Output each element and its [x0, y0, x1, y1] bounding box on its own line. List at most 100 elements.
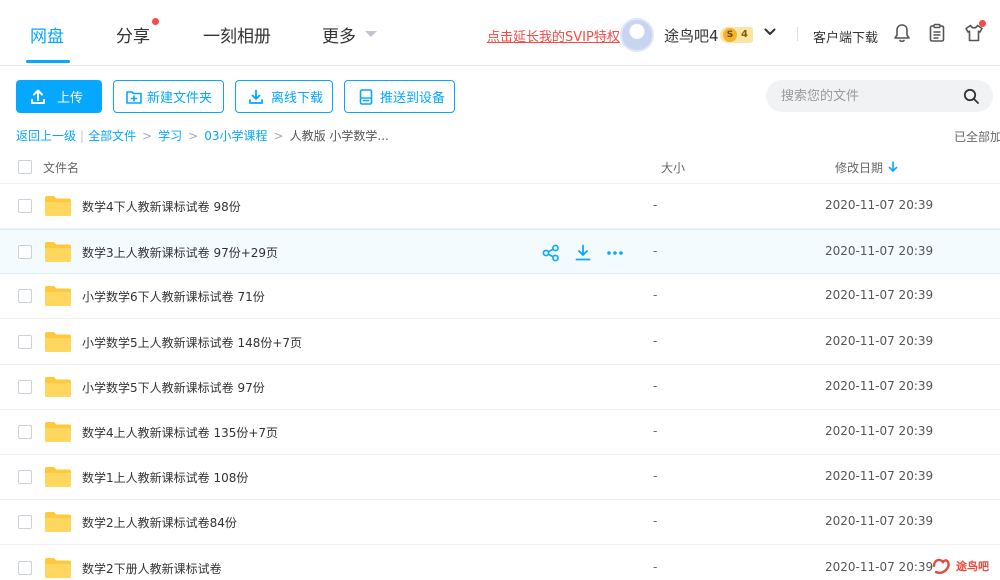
upload-button[interactable]: 上传	[16, 80, 102, 113]
breadcrumb-divider: |	[80, 129, 85, 143]
tab-share[interactable]: 分享	[116, 22, 150, 47]
file-name[interactable]: 数学4上人教新课标试卷 135份+7页	[82, 424, 278, 441]
table-row[interactable]: 小学数学6下人教新课标试卷 71份 - 2020-11-07 20:39	[0, 274, 1000, 320]
row-checkbox[interactable]	[18, 515, 32, 530]
search-input[interactable]	[766, 80, 993, 112]
file-size: -	[653, 559, 658, 574]
tab-netdisk[interactable]: 网盘	[30, 22, 64, 47]
file-table-header: 文件名 大小 修改日期	[0, 150, 1000, 184]
push-to-device-label: 推送到设备	[380, 91, 446, 106]
row-checkbox[interactable]	[18, 425, 32, 439]
search-icon[interactable]	[963, 88, 980, 105]
file-size: -	[653, 378, 658, 393]
new-folder-button[interactable]: 新建文件夹	[113, 80, 224, 113]
file-size: -	[653, 333, 658, 348]
select-all-checkbox[interactable]	[18, 160, 32, 174]
file-name[interactable]: 数学2下册人教新课标试卷	[82, 560, 222, 577]
offline-download-button[interactable]: 离线下载	[235, 80, 333, 113]
folder-icon	[45, 467, 71, 488]
file-modified-date: 2020-11-07 20:39	[825, 288, 934, 303]
breadcrumb-item-study[interactable]: 学习	[158, 127, 182, 144]
svip-extend-link[interactable]: 点击延长我的SVIP特权	[487, 26, 620, 45]
file-name[interactable]: 小学数学5下人教新课标试卷 97份	[82, 379, 265, 396]
user-avatar[interactable]	[620, 18, 654, 52]
file-name[interactable]: 小学数学6下人教新课标试卷 71份	[82, 288, 265, 305]
row-checkbox[interactable]	[18, 289, 32, 304]
column-header-modified[interactable]: 修改日期	[835, 159, 883, 176]
loaded-status: 已全部加载	[954, 130, 1000, 144]
file-name[interactable]: 数学3上人教新课标试卷 97份+29页	[82, 244, 278, 261]
active-tab-indicator	[26, 60, 70, 63]
table-row[interactable]: 数学2上人教新课标试卷84份 - 2020-11-07 20:39	[0, 500, 1000, 546]
table-row[interactable]: 小学数学5上人教新课标试卷 148份+7页 - 2020-11-07 20:39	[0, 320, 1000, 365]
bell-icon[interactable]	[891, 22, 913, 44]
clipboard-icon[interactable]	[926, 22, 948, 44]
top-navigation-bar: 网盘 分享 一刻相册 更多 点击延长我的SVIP特权 途鸟吧4 S 4 客户端下…	[0, 0, 1000, 66]
file-modified-date: 2020-11-07 20:39	[825, 244, 934, 259]
column-header-name[interactable]: 文件名	[43, 159, 79, 176]
row-checkbox[interactable]	[18, 470, 32, 485]
row-checkbox[interactable]	[18, 199, 32, 213]
share-icon[interactable]	[541, 243, 561, 263]
file-name[interactable]: 数学4下人教新课标试卷 98份	[82, 198, 241, 215]
more-options-icon[interactable]	[605, 243, 625, 263]
site-watermark-logo: 途鸟吧	[932, 558, 989, 574]
table-row[interactable]: 数学2下册人教新课标试卷 - 2020-11-07 20:39	[0, 546, 1000, 580]
breadcrumb-item-primary-course[interactable]: 03小学课程	[204, 127, 267, 144]
download-icon	[249, 89, 263, 104]
username[interactable]: 途鸟吧4	[664, 25, 719, 46]
more-caret-icon	[365, 31, 377, 37]
table-row[interactable]: 数学4下人教新课标试卷 98份 - 2020-11-07 20:39	[0, 184, 1000, 229]
skin-notification-dot	[979, 20, 986, 27]
breadcrumb-separator: >	[188, 129, 199, 143]
row-checkbox[interactable]	[18, 245, 32, 260]
watermark-text: 途鸟吧	[956, 559, 989, 573]
svip-level: 4	[741, 29, 748, 40]
breadcrumb: 返回上一级 | 全部文件 > 学习 >03小学课程 > 人教版 小学数学...	[16, 127, 389, 144]
new-folder-label: 新建文件夹	[147, 91, 213, 106]
file-name[interactable]: 小学数学5上人教新课标试卷 148份+7页	[82, 334, 302, 351]
file-size: -	[653, 469, 658, 484]
folder-icon	[45, 286, 71, 307]
file-size: -	[653, 424, 658, 438]
upload-icon	[31, 89, 45, 104]
column-header-size[interactable]: 大小	[661, 159, 685, 176]
file-modified-date: 2020-11-07 20:39	[825, 424, 934, 438]
folder-icon	[45, 196, 71, 216]
header-divider	[797, 27, 798, 41]
breadcrumb-item-all-files[interactable]: 全部文件	[88, 127, 136, 144]
device-icon	[359, 88, 373, 105]
file-modified-date: 2020-11-07 20:39	[825, 333, 934, 348]
row-checkbox[interactable]	[18, 334, 32, 349]
row-checkbox[interactable]	[18, 379, 32, 394]
file-size: -	[653, 244, 658, 259]
file-modified-date: 2020-11-07 20:39	[825, 198, 934, 212]
file-modified-date: 2020-11-07 20:39	[825, 559, 934, 574]
push-to-device-button[interactable]: 推送到设备	[344, 80, 455, 113]
download-icon[interactable]	[573, 243, 593, 263]
row-checkbox[interactable]	[18, 560, 32, 575]
file-size: -	[653, 514, 658, 529]
file-size: -	[653, 198, 658, 212]
table-row[interactable]: 数学1上人教新课标试卷 108份 - 2020-11-07 20:39	[0, 455, 1000, 501]
folder-icon	[45, 557, 71, 578]
folder-icon	[45, 242, 71, 263]
breadcrumb-separator: >	[273, 129, 284, 143]
breadcrumb-separator: >	[142, 129, 153, 143]
breadcrumb-back-link[interactable]: 返回上一级	[16, 127, 76, 144]
file-name[interactable]: 数学2上人教新课标试卷84份	[82, 514, 237, 531]
table-row[interactable]: 数学3上人教新课标试卷 97份+29页 - 2020-11-07 20:39	[0, 229, 1000, 275]
file-size: -	[653, 288, 658, 303]
tab-more[interactable]: 更多	[322, 22, 356, 47]
table-row[interactable]: 小学数学5下人教新课标试卷 97份 - 2020-11-07 20:39	[0, 365, 1000, 410]
table-row[interactable]: 数学4上人教新课标试卷 135份+7页 - 2020-11-07 20:39	[0, 410, 1000, 455]
file-name[interactable]: 数学1上人教新课标试卷 108份	[82, 469, 248, 486]
tab-moment-album[interactable]: 一刻相册	[203, 22, 271, 47]
sort-descending-icon[interactable]	[888, 161, 898, 173]
client-download-link[interactable]: 客户端下载	[813, 27, 878, 46]
folder-icon	[45, 331, 71, 352]
breadcrumb-current: 人教版 小学数学...	[289, 129, 389, 143]
svip-level-badge: S 4	[720, 27, 753, 43]
folder-icon	[45, 376, 71, 397]
chevron-down-icon[interactable]	[764, 26, 776, 38]
